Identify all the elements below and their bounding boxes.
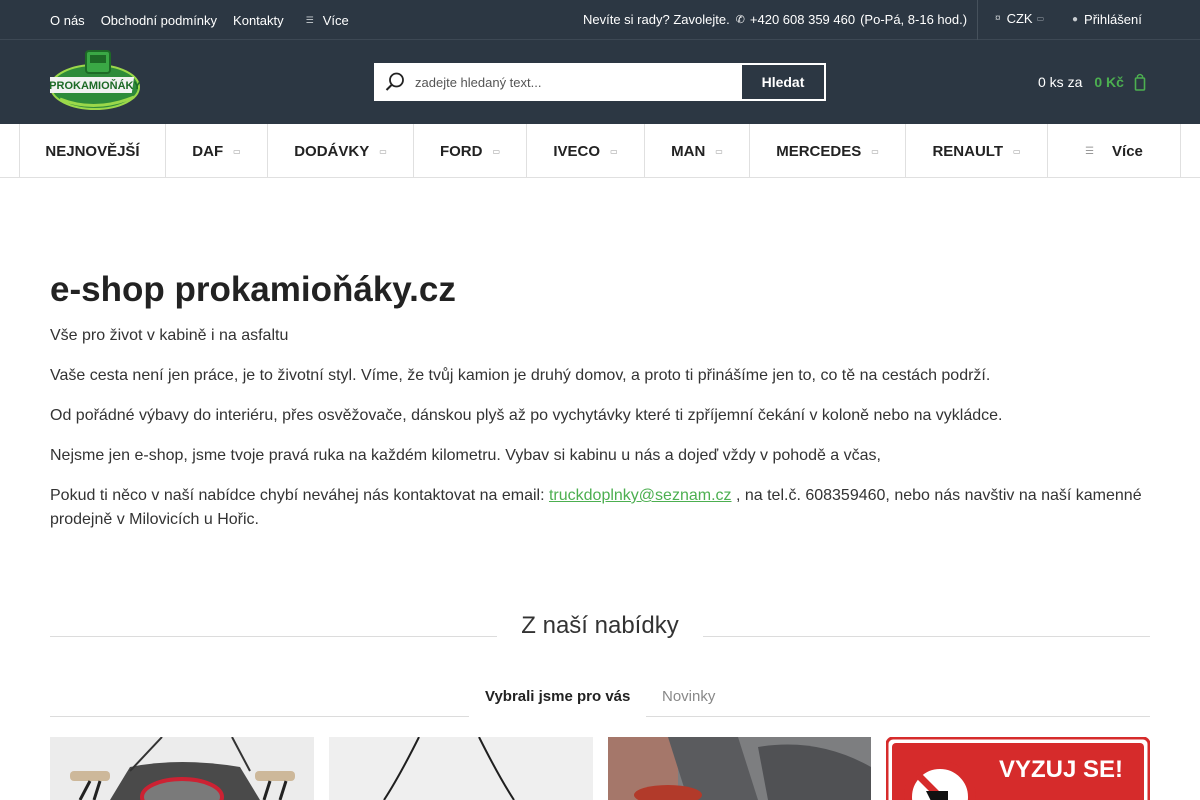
currency-icon: ¤ bbox=[995, 12, 1001, 24]
search-icon bbox=[375, 64, 415, 100]
tab-recommended[interactable]: Vybrali jsme pro vás bbox=[485, 688, 630, 705]
currency-selector[interactable]: ¤ CZK ▭ bbox=[995, 0, 1044, 36]
product-grid: VYZUJ SE! bbox=[50, 737, 1150, 800]
nav-item-more[interactable]: ☰ Více bbox=[1047, 124, 1180, 178]
main-nav: NEJNOVĚJŠÍ DAF ▭ DODÁVKY ▭ FORD ▭ IVECO … bbox=[0, 124, 1200, 178]
tab-divider-right bbox=[646, 716, 1150, 717]
nav-item-ford[interactable]: FORD ▭ bbox=[413, 124, 526, 178]
contact-text-before: Pokud ti něco v naší nabídce chybí neváh… bbox=[50, 487, 545, 504]
product-image-sign[interactable]: VYZUJ SE! bbox=[886, 737, 1150, 800]
chevron-down-icon: ▭ bbox=[715, 146, 723, 156]
contact-hours: (Po-Pá, 8-16 hod.) bbox=[860, 11, 968, 27]
intro-paragraph-3: Nejsme jen e-shop, jsme tvoje pravá ruka… bbox=[50, 447, 881, 464]
menu-icon: ☰ bbox=[1085, 145, 1095, 157]
top-links: O nás Obchodní podmínky Kontakty ☰ Více bbox=[50, 0, 365, 40]
intro-paragraph-2: Od pořádné výbavy do interiéru, přes osv… bbox=[50, 407, 1003, 424]
top-link-terms[interactable]: Obchodní podmínky bbox=[101, 13, 217, 28]
nav-item-label: MAN bbox=[671, 142, 706, 160]
nav-item-man[interactable]: MAN ▭ bbox=[644, 124, 749, 178]
product-image-cabin-interior[interactable] bbox=[608, 737, 871, 800]
cart-price: 0 Kč bbox=[1094, 74, 1124, 90]
nav-item-label: NEJNOVĚJŠÍ bbox=[45, 142, 140, 160]
nav-item-newest[interactable]: NEJNOVĚJŠÍ bbox=[19, 124, 165, 178]
nav-item-iveco[interactable]: IVECO ▭ bbox=[526, 124, 644, 178]
nav-item-label: IVECO bbox=[553, 142, 601, 160]
currency-label: CZK bbox=[1006, 10, 1033, 26]
chevron-down-icon: ▭ bbox=[1036, 13, 1045, 23]
search-button[interactable]: Hledat bbox=[741, 64, 825, 100]
cart-summary[interactable]: 0 ks za 0 Kč bbox=[1038, 40, 1146, 124]
nav-item-mercedes[interactable]: MERCEDES ▭ bbox=[749, 124, 905, 178]
chevron-down-icon: ▭ bbox=[233, 146, 241, 156]
top-link-about[interactable]: O nás bbox=[50, 13, 85, 28]
site-logo[interactable]: PROKAMIOŇÁKY bbox=[45, 49, 141, 115]
page-title: e-shop prokamioňáky.cz bbox=[50, 270, 456, 309]
product-image-pennant[interactable] bbox=[50, 737, 314, 800]
nav-item-label: MERCEDES bbox=[776, 142, 862, 160]
phone-icon: ✆ bbox=[735, 13, 745, 26]
cart-count: 0 ks za bbox=[1038, 74, 1083, 90]
top-more-menu[interactable]: ☰ Více bbox=[306, 13, 349, 28]
user-icon: ● bbox=[1072, 13, 1079, 25]
chevron-down-icon: ▭ bbox=[492, 146, 501, 156]
section-divider-right bbox=[703, 636, 1150, 637]
intro-paragraph-1: Vaše cesta není jen práce, je to životní… bbox=[50, 367, 991, 384]
nav-divider bbox=[1180, 124, 1181, 178]
logo-text: PROKAMIOŇÁKY bbox=[50, 79, 140, 92]
chevron-down-icon: ▭ bbox=[379, 146, 387, 156]
nav-item-renault[interactable]: RENAULT ▭ bbox=[905, 124, 1047, 178]
chevron-down-icon: ▭ bbox=[1012, 146, 1021, 156]
topbar-divider bbox=[977, 0, 978, 40]
contact-info: Nevíte si rady? Zavolejte. ✆ +420 608 35… bbox=[583, 0, 967, 38]
intro-paragraph-contact: Pokud ti něco v naší nabídce chybí neváh… bbox=[50, 484, 1160, 532]
menu-icon: ☰ bbox=[305, 14, 314, 25]
tab-divider-left bbox=[50, 716, 469, 717]
nav-item-label: RENAULT bbox=[932, 142, 1003, 160]
search-input[interactable] bbox=[415, 64, 741, 100]
nav-more-label: Více bbox=[1112, 142, 1143, 160]
nav-item-vans[interactable]: DODÁVKY ▭ bbox=[267, 124, 413, 178]
nav-item-label: DAF bbox=[192, 142, 224, 160]
intro-tagline: Vše pro život v kabině i na asfaltu bbox=[50, 327, 289, 344]
contact-phone[interactable]: +420 608 359 460 bbox=[750, 12, 855, 27]
logo-graphic: PROKAMIOŇÁKY bbox=[45, 50, 141, 110]
top-more-label: Více bbox=[322, 12, 349, 28]
login-link[interactable]: ● Přihlášení bbox=[1072, 0, 1142, 38]
nav-item-label: DODÁVKY bbox=[294, 142, 370, 160]
sign-text: VYZUJ SE! bbox=[999, 756, 1123, 783]
chevron-down-icon: ▭ bbox=[610, 146, 618, 156]
chevron-down-icon: ▭ bbox=[871, 146, 879, 156]
top-bar: O nás Obchodní podmínky Kontakty ☰ Více … bbox=[0, 0, 1200, 40]
nav-item-daf[interactable]: DAF ▭ bbox=[165, 124, 267, 178]
login-label: Přihlášení bbox=[1084, 11, 1142, 27]
search-bar: Hledat bbox=[374, 63, 826, 101]
tab-new[interactable]: Novinky bbox=[662, 688, 715, 705]
email-link[interactable]: truckdoplnky@seznam.cz bbox=[549, 487, 732, 504]
header: PROKAMIOŇÁKY Hledat 0 ks za 0 Kč bbox=[0, 40, 1200, 124]
product-image-hanging-cord[interactable] bbox=[329, 737, 593, 800]
top-link-contacts[interactable]: Kontakty bbox=[233, 13, 284, 28]
contact-text: Nevíte si rady? Zavolejte. bbox=[583, 11, 730, 27]
cart-icon bbox=[1134, 73, 1146, 91]
nav-item-label: FORD bbox=[439, 142, 483, 160]
